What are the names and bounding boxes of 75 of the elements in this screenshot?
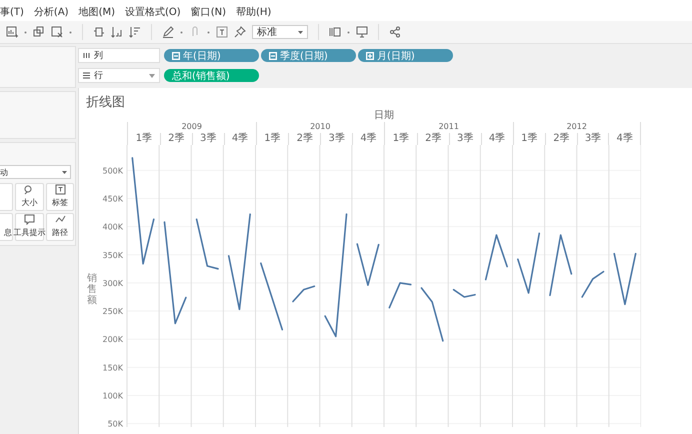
quarter-header: 3季 bbox=[328, 133, 345, 144]
year-header: 2011 bbox=[438, 122, 459, 131]
quarter-header: 2季 bbox=[425, 133, 442, 144]
dropdown-dot-icon[interactable] bbox=[347, 30, 350, 34]
chart-add-icon[interactable] bbox=[6, 26, 18, 38]
quarter-header: 4季 bbox=[232, 133, 248, 144]
path-icon bbox=[54, 214, 66, 225]
axis-tick-label: 450K bbox=[102, 194, 123, 204]
axis-title: 销售额 bbox=[87, 273, 97, 306]
quarter-header: 2季 bbox=[168, 133, 184, 144]
axis-tick-label: 200K bbox=[102, 335, 123, 344]
axis-tick-label: 150K bbox=[102, 363, 123, 372]
menu-item[interactable]: 窗口(N) bbox=[190, 5, 226, 19]
axis-tick-label: 250K bbox=[102, 307, 123, 316]
header-title: 日期 bbox=[374, 110, 394, 121]
plus-box-icon[interactable] bbox=[366, 52, 374, 60]
year-header: 2009 bbox=[182, 122, 202, 131]
minus-box-icon[interactable] bbox=[172, 52, 180, 60]
quarter-header: 2季 bbox=[296, 133, 313, 144]
menu-item[interactable]: 地图(M) bbox=[78, 5, 116, 19]
menu-item[interactable]: 设置格式(O) bbox=[125, 5, 181, 19]
menu-item[interactable]: 帮助(H) bbox=[236, 5, 272, 19]
clear-sheet-icon[interactable] bbox=[51, 26, 63, 38]
duplicate-icon[interactable] bbox=[33, 26, 45, 38]
dropdown-dot-icon[interactable] bbox=[69, 30, 72, 34]
caret-icon bbox=[62, 170, 67, 174]
marks-button[interactable]: 路径 bbox=[46, 213, 74, 241]
caret-icon bbox=[298, 30, 303, 34]
axis-tick-label: 300K bbox=[102, 278, 123, 288]
dropdown-dot-icon[interactable] bbox=[207, 30, 210, 34]
axis-tick-label: 350K bbox=[102, 250, 123, 260]
axis-tick-label: 100K bbox=[102, 391, 123, 400]
axis-tick-label: 50K bbox=[108, 420, 123, 427]
rows-icon bbox=[83, 72, 90, 79]
quarter-header: 4季 bbox=[360, 133, 377, 144]
quarter-header: 2季 bbox=[553, 133, 570, 144]
year-header: 2010 bbox=[310, 122, 330, 131]
pen-icon[interactable] bbox=[162, 26, 174, 38]
quarter-header: 4季 bbox=[616, 133, 633, 144]
minus-box-icon[interactable] bbox=[269, 52, 277, 60]
axis-tick-label: 500K bbox=[102, 166, 123, 176]
sort-descending-icon[interactable] bbox=[129, 26, 141, 38]
shelf-label: 行 bbox=[94, 70, 103, 82]
quarter-header: 3季 bbox=[200, 133, 216, 144]
presentation-icon[interactable] bbox=[356, 26, 368, 38]
tooltip-icon bbox=[24, 214, 35, 225]
quarter-header: 4季 bbox=[488, 133, 506, 144]
marks-button[interactable]: 息 bbox=[0, 213, 13, 241]
marks-button[interactable]: 工具提示 bbox=[15, 213, 44, 241]
caret-icon[interactable] bbox=[149, 74, 155, 78]
text-box-icon[interactable] bbox=[216, 26, 228, 38]
quarter-header: 3季 bbox=[584, 133, 602, 144]
show-cards-icon[interactable] bbox=[329, 26, 341, 38]
sheet-title: 折线图 bbox=[85, 94, 126, 110]
dropdown-dot-icon[interactable] bbox=[24, 30, 27, 34]
pin-icon[interactable] bbox=[234, 26, 246, 38]
quarter-header: 1季 bbox=[136, 133, 152, 144]
quarter-header: 1季 bbox=[521, 133, 538, 144]
menu-item[interactable]: 事(T) bbox=[0, 5, 24, 19]
menu-item[interactable]: 分析(A) bbox=[34, 5, 69, 19]
mark-type-dropdown[interactable]: 动 bbox=[0, 165, 71, 179]
quarter-header: 1季 bbox=[392, 133, 410, 144]
axis-tick-label: 400K bbox=[102, 222, 123, 232]
columns-icon bbox=[83, 52, 90, 59]
sort-ascending-icon[interactable] bbox=[111, 26, 123, 38]
marks-button[interactable]: 标签 bbox=[46, 183, 74, 211]
marks-button[interactable]: 大小 bbox=[15, 183, 44, 211]
dropdown-dot-icon[interactable] bbox=[180, 30, 183, 34]
year-header: 2012 bbox=[566, 122, 587, 131]
quarter-header: 1季 bbox=[264, 133, 281, 144]
label-icon bbox=[54, 184, 66, 195]
quarter-header: 3季 bbox=[457, 133, 474, 144]
share-icon[interactable] bbox=[389, 26, 401, 38]
shelf-label: 列 bbox=[94, 50, 103, 62]
fit-dropdown[interactable]: 标准 bbox=[252, 25, 308, 39]
